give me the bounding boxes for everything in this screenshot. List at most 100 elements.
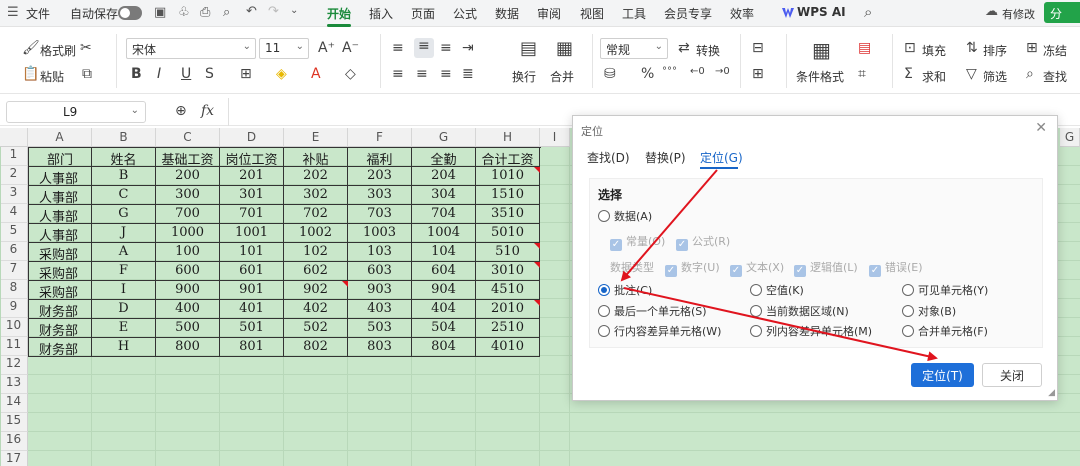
option-current-region[interactable]: 当前数据区域(N) — [750, 303, 849, 319]
convert-button[interactable]: 转换 — [696, 42, 720, 59]
table-cell[interactable]: E — [92, 319, 156, 338]
wrap-text-icon[interactable]: ▤ — [520, 38, 537, 59]
table-cell[interactable]: 102 — [284, 243, 348, 262]
option-merged-cells[interactable]: 合并单元格(F) — [902, 323, 988, 339]
fx-button[interactable]: fx — [201, 103, 214, 119]
table-cell[interactable]: 601 — [220, 262, 284, 281]
table-cell[interactable]: 人事部 — [29, 205, 92, 224]
sum-icon[interactable]: Σ — [904, 66, 913, 82]
row-header[interactable]: 2 — [0, 166, 28, 185]
table-cell[interactable]: 401 — [220, 300, 284, 319]
table-header-cell[interactable]: 全勤 — [412, 148, 476, 167]
row-header[interactable]: 4 — [0, 204, 28, 223]
table-cell[interactable]: 302 — [284, 186, 348, 205]
align-left-icon[interactable]: ≡ — [392, 66, 404, 82]
table-cell[interactable]: 403 — [348, 300, 412, 319]
table-cell[interactable]: 3010 — [476, 262, 540, 281]
tab-efficiency[interactable]: 效率 — [730, 5, 754, 22]
wrap-text-button[interactable]: 换行 — [512, 68, 536, 85]
table-cell[interactable]: 600 — [156, 262, 220, 281]
table-cell[interactable]: 5010 — [476, 224, 540, 243]
table-cell[interactable]: 704 — [412, 205, 476, 224]
row-header[interactable]: 7 — [0, 261, 28, 280]
row-header[interactable]: 11 — [0, 337, 28, 356]
table-cell[interactable]: G — [92, 205, 156, 224]
fill-color-icon[interactable]: ◈ — [276, 66, 287, 82]
increase-decimal-icon[interactable]: ←0 — [690, 66, 705, 77]
table-cell[interactable]: 财务部 — [29, 319, 92, 338]
thousands-icon[interactable]: °°° — [662, 66, 677, 77]
table-header-cell[interactable]: 补贴 — [284, 148, 348, 167]
tab-review[interactable]: 审阅 — [537, 5, 561, 22]
sort-icon[interactable]: ⇅ — [966, 40, 978, 56]
table-cell[interactable]: 301 — [220, 186, 284, 205]
tab-view[interactable]: 视图 — [580, 5, 604, 22]
option-last-cell[interactable]: 最后一个单元格(S) — [598, 303, 707, 319]
align-bottom-icon[interactable]: ≡ — [440, 40, 452, 56]
table-cell[interactable]: 501 — [220, 319, 284, 338]
option-blanks[interactable]: 空值(K) — [750, 282, 804, 298]
decrease-decimal-icon[interactable]: →0 — [715, 66, 730, 77]
worksheet-icon[interactable]: ⊞ — [752, 66, 764, 82]
table-cell[interactable]: 510 — [476, 243, 540, 262]
column-header-h[interactable]: H — [476, 128, 540, 147]
table-cell[interactable]: 4010 — [476, 338, 540, 357]
table-cell[interactable]: 903 — [348, 281, 412, 300]
table-cell[interactable]: 504 — [412, 319, 476, 338]
tab-member[interactable]: 会员专享 — [664, 5, 712, 22]
table-cell[interactable]: 1002 — [284, 224, 348, 243]
table-cell[interactable]: 人事部 — [29, 167, 92, 186]
row-header[interactable]: 5 — [0, 223, 28, 242]
zoom-icon[interactable]: ⊕ — [175, 103, 187, 119]
align-top-icon[interactable]: ≡ — [392, 40, 404, 56]
print-preview-icon[interactable]: ⌕ — [223, 5, 230, 20]
bold-button[interactable]: B — [131, 66, 142, 82]
table-cell[interactable]: 财务部 — [29, 300, 92, 319]
table-cell[interactable]: 404 — [412, 300, 476, 319]
row-header[interactable]: 15 — [0, 413, 28, 432]
option-visible-cells[interactable]: 可见单元格(Y) — [902, 282, 988, 298]
decrease-font-icon[interactable]: A⁻ — [342, 40, 359, 56]
table-cell[interactable]: 701 — [220, 205, 284, 224]
table-cell[interactable]: 2010 — [476, 300, 540, 319]
table-cell[interactable]: 人事部 — [29, 224, 92, 243]
freeze-button[interactable]: 冻结 — [1043, 42, 1067, 59]
merge-cells-icon[interactable]: ▦ — [556, 38, 573, 59]
table-cell[interactable]: 101 — [220, 243, 284, 262]
table-cell[interactable]: 804 — [412, 338, 476, 357]
paste-icon[interactable]: 📋 — [22, 66, 39, 82]
table-cell[interactable]: H — [92, 338, 156, 357]
cut-icon[interactable]: ✂ — [80, 40, 92, 56]
option-row-differences[interactable]: 行内容差异单元格(W) — [598, 323, 721, 339]
row-header[interactable]: 9 — [0, 299, 28, 318]
filter-button[interactable]: 筛选 — [983, 68, 1007, 85]
table-cell[interactable]: 1000 — [156, 224, 220, 243]
table-header-cell[interactable]: 部门 — [29, 148, 92, 167]
row-header[interactable]: 10 — [0, 318, 28, 337]
table-cell[interactable]: 1010 — [476, 167, 540, 186]
table-cell[interactable]: 300 — [156, 186, 220, 205]
table-cell[interactable]: 104 — [412, 243, 476, 262]
table-cell[interactable]: 604 — [412, 262, 476, 281]
table-cell[interactable]: 500 — [156, 319, 220, 338]
table-cell[interactable]: 1510 — [476, 186, 540, 205]
merge-cells-button[interactable]: 合并 — [550, 68, 574, 85]
table-cell[interactable]: 503 — [348, 319, 412, 338]
checkbox-text[interactable]: ✓ 文本(X) — [730, 259, 784, 277]
table-cell[interactable]: D — [92, 300, 156, 319]
table-cell[interactable]: 103 — [348, 243, 412, 262]
tab-data[interactable]: 数据 — [495, 5, 519, 22]
row-header[interactable]: 17 — [0, 451, 28, 466]
paste-button[interactable]: 粘贴 — [40, 68, 64, 85]
resize-handle-icon[interactable]: ◢ — [1048, 388, 1055, 398]
option-objects[interactable]: 对象(B) — [902, 303, 956, 319]
table-header-cell[interactable]: 合计工资 — [476, 148, 540, 167]
table-cell[interactable]: 1003 — [348, 224, 412, 243]
column-header-f[interactable]: F — [348, 128, 412, 147]
percent-button[interactable]: % — [641, 66, 654, 82]
indent-icon[interactable]: ⇥ — [462, 40, 474, 56]
close-icon[interactable]: ✕ — [1035, 120, 1047, 136]
cell-style-icon[interactable]: ▤ — [858, 40, 871, 56]
table-cell[interactable]: 303 — [348, 186, 412, 205]
table-cell[interactable]: 802 — [284, 338, 348, 357]
